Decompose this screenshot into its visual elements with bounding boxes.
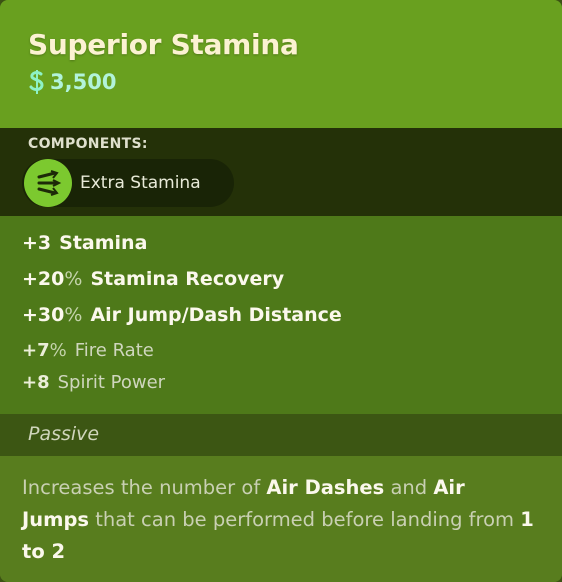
components-label: COMPONENTS:	[28, 136, 148, 152]
stat-value: +7	[22, 340, 50, 361]
stat-percent: %	[64, 304, 83, 326]
passive-label: Passive	[28, 423, 100, 445]
stamina-arrows-icon	[24, 159, 72, 207]
item-title: Superior Stamina	[28, 28, 299, 61]
stat-value: +20	[22, 268, 65, 290]
description-part: that can be performed before landing fro…	[89, 508, 521, 531]
stat-stamina: +3 Stamina	[22, 232, 562, 268]
stat-percent: %	[49, 340, 67, 361]
description-text: Increases the number of Air Dashes and A…	[22, 472, 538, 568]
stat-name: Stamina	[59, 232, 148, 254]
stat-fire-rate: +7% Fire Rate	[22, 340, 562, 372]
stats-section: +3 Stamina +20% Stamina Recovery +30% Ai…	[0, 216, 562, 414]
stat-value: +8	[22, 372, 50, 393]
stat-name: Spirit Power	[57, 372, 166, 393]
stat-name: Fire Rate	[74, 340, 154, 361]
item-price: 3,500	[28, 69, 562, 95]
passive-header: Passive	[0, 414, 562, 456]
stat-stamina-recovery: +20% Stamina Recovery	[22, 268, 562, 304]
passive-description: Increases the number of Air Dashes and A…	[0, 456, 562, 582]
item-tooltip-card: Superior Stamina 3,500 COMPONENTS: Extra…	[0, 0, 562, 582]
description-part: and	[384, 476, 434, 499]
stat-name: Stamina Recovery	[90, 268, 285, 290]
stat-name: Air Jump/Dash Distance	[90, 304, 342, 326]
component-name: Extra Stamina	[80, 173, 201, 193]
description-keyword-air-dashes: Air Dashes	[266, 476, 385, 499]
components-section: COMPONENTS: Extra Stamina	[0, 128, 562, 216]
item-header: Superior Stamina 3,500	[0, 0, 562, 128]
stat-percent: %	[64, 268, 83, 290]
stat-air-jump-dash-distance: +30% Air Jump/Dash Distance	[22, 304, 562, 340]
price-value: 3,500	[50, 70, 117, 94]
stat-spirit-power: +8 Spirit Power	[22, 372, 562, 404]
component-chip-extra-stamina[interactable]: Extra Stamina	[22, 159, 234, 207]
souls-currency-icon	[29, 70, 44, 94]
description-part: Increases the number of	[22, 476, 267, 499]
stat-value: +30	[22, 304, 65, 326]
stat-value: +3	[22, 232, 52, 254]
